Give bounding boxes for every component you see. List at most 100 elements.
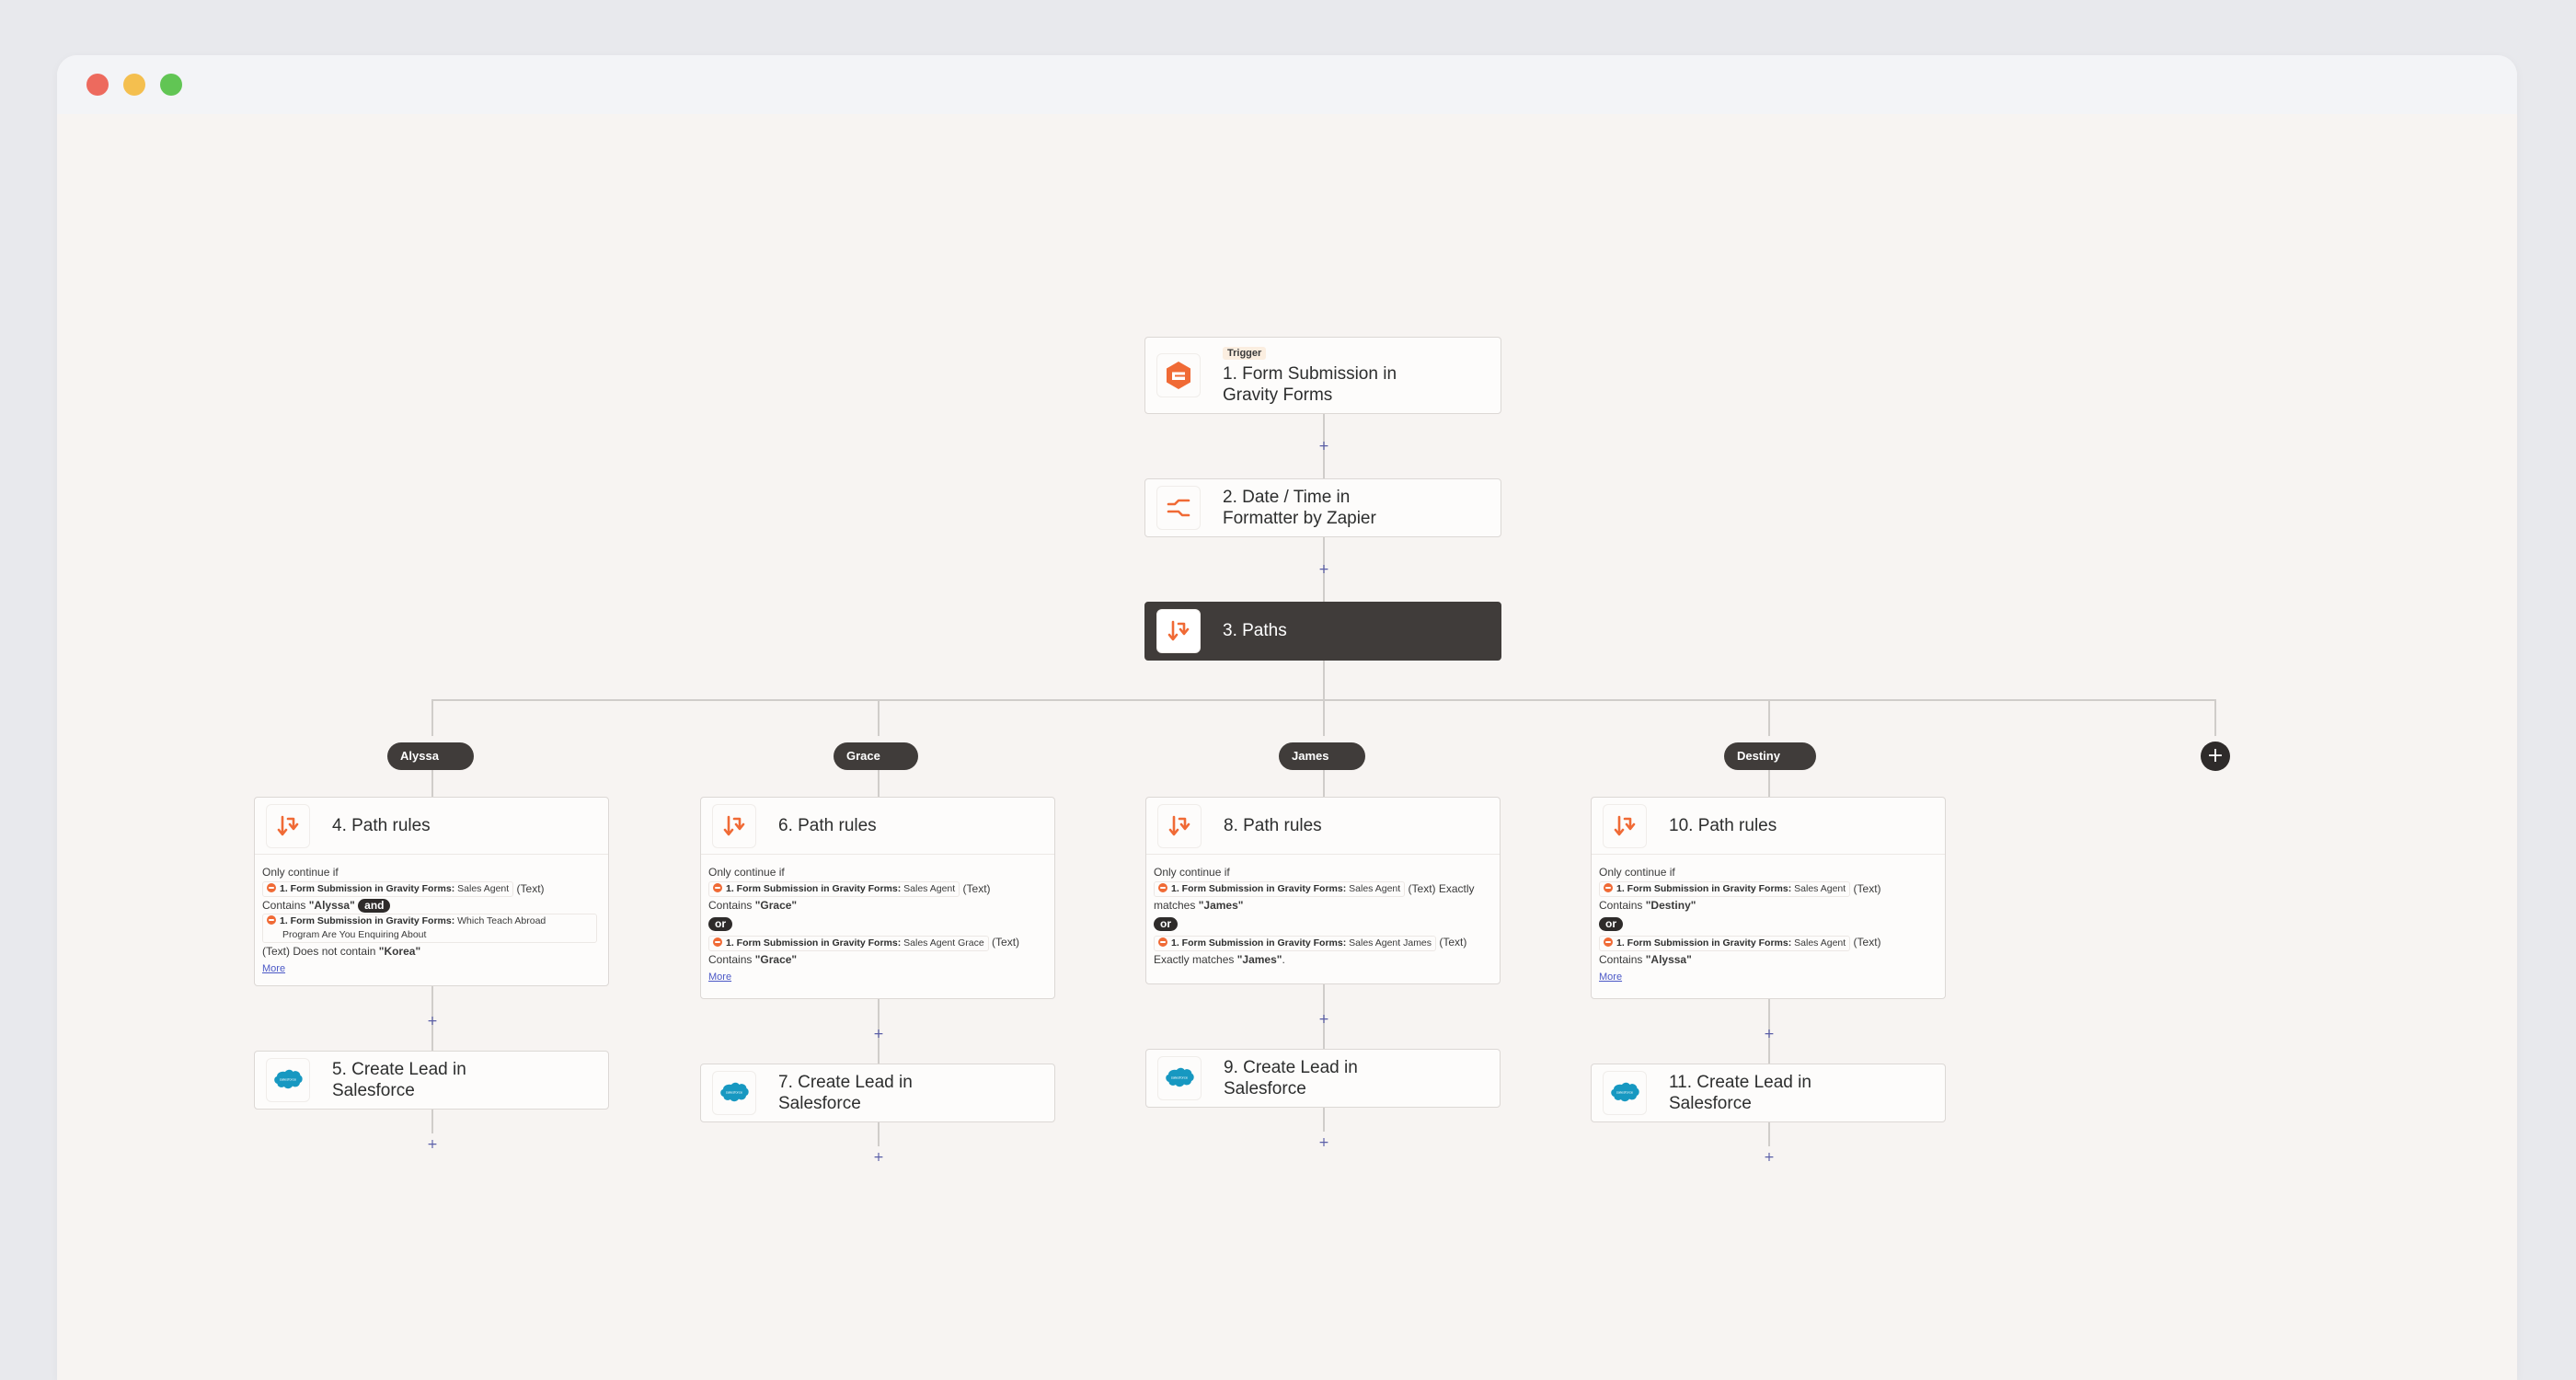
condition-value: "Grace" <box>754 899 798 913</box>
rules-intro: Only continue if <box>708 866 785 879</box>
paths-icon <box>1157 803 1202 848</box>
field-pill: 1. Form Submission in Gravity Forms: Sal… <box>1154 935 1437 951</box>
add-step-button[interactable]: + <box>1317 1136 1330 1149</box>
step-card-trigger[interactable]: Trigger 1. Form Submission in Gravity Fo… <box>1144 337 1501 414</box>
add-path-button[interactable]: + <box>2201 742 2230 771</box>
field-name: Which Teach Abroad <box>457 915 546 927</box>
connector <box>878 699 880 736</box>
svg-text:salesforce: salesforce <box>726 1089 743 1094</box>
branch-name-pill[interactable]: Alyssa <box>387 742 474 770</box>
rules-body: Only continue if 1. Form Submission in Gr… <box>1592 855 1945 995</box>
path-rules-card[interactable]: 6. Path rules Only continue if 1. Form Su… <box>700 797 1055 999</box>
field-pill: 1. Form Submission in Gravity Forms: Sal… <box>1599 881 1851 898</box>
rules-body: Only continue if 1. Form Submission in Gr… <box>255 855 608 986</box>
salesforce-step-card[interactable]: salesforce 5. Create Lead in Salesforce <box>254 1051 609 1110</box>
path-rules-card[interactable]: 8. Path rules Only continue if 1. Form Su… <box>1145 797 1501 984</box>
field-name: Sales Agent <box>1794 937 1846 949</box>
step-title-line2: Salesforce <box>778 1093 861 1113</box>
connector <box>1323 661 1325 701</box>
condition-value: "James" <box>1198 899 1244 913</box>
path-rules-card[interactable]: 10. Path rules Only continue if 1. Form S… <box>1591 797 1946 999</box>
add-step-button[interactable]: + <box>1317 563 1330 576</box>
gravity-forms-icon <box>713 883 722 893</box>
salesforce-step-card[interactable]: salesforce 9. Create Lead in Salesforce <box>1145 1049 1501 1108</box>
branch-name-pill[interactable]: Grace <box>834 742 918 770</box>
condition-1: 1. Form Submission in Gravity Forms: Sal… <box>1599 880 1938 914</box>
field-pill: 1. Form Submission in Gravity Forms: Sal… <box>708 881 960 898</box>
field-pill: 1. Form Submission in Gravity Forms: Sal… <box>262 881 514 898</box>
field-source: 1. Form Submission in Gravity Forms: <box>1171 883 1347 895</box>
step-title: 9. Create Lead in <box>1224 1057 1358 1077</box>
paths-icon <box>266 803 310 848</box>
condition-op: Does not contain <box>293 945 376 959</box>
field-name: Sales Agent <box>1349 883 1401 895</box>
branch-name-pill[interactable]: James <box>1279 742 1365 770</box>
step-title-line2: Gravity Forms <box>1223 385 1333 405</box>
condition-op: Exactly matches <box>1154 952 1235 966</box>
connector <box>431 1110 433 1133</box>
more-link[interactable]: More <box>1599 972 1622 983</box>
field-pill: 1. Form Submission in Gravity Forms: Whi… <box>262 914 597 944</box>
condition-2: 1. Form Submission in Gravity Forms: Whi… <box>262 914 601 960</box>
logic-or-badge: or <box>708 917 732 932</box>
add-step-button[interactable]: + <box>426 1015 439 1028</box>
connector <box>431 770 433 797</box>
rules-intro: Only continue if <box>1599 866 1675 879</box>
add-step-button[interactable]: + <box>1763 1028 1776 1041</box>
condition-1: 1. Form Submission in Gravity Forms: Sal… <box>1154 880 1492 914</box>
add-step-button[interactable]: + <box>1317 1013 1330 1026</box>
step-title-line2: Salesforce <box>332 1080 415 1100</box>
condition-1: 1. Form Submission in Gravity Forms: Sal… <box>262 880 601 914</box>
salesforce-icon: salesforce <box>266 1057 310 1102</box>
field-name: Sales Agent <box>457 883 510 895</box>
salesforce-step-card[interactable]: salesforce 7. Create Lead in Salesforce <box>700 1064 1055 1122</box>
step-title: 6. Path rules <box>778 816 877 835</box>
connector <box>1323 1108 1325 1132</box>
app-window: Trigger 1. Form Submission in Gravity Fo… <box>57 55 2517 1380</box>
condition-op: Contains <box>262 899 306 913</box>
step-title: 8. Path rules <box>1224 816 1322 835</box>
connector <box>1768 699 1770 736</box>
condition-type: (Text) <box>1439 936 1467 949</box>
add-step-button[interactable]: + <box>1317 440 1330 453</box>
rules-body: Only continue if 1. Form Submission in Gr… <box>1146 855 1500 977</box>
branch-name-pill[interactable]: Destiny <box>1724 742 1816 770</box>
logic-or-badge: or <box>1599 917 1623 932</box>
field-name: Sales Agent <box>1794 883 1846 895</box>
field-source: 1. Form Submission in Gravity Forms: <box>280 883 455 895</box>
paths-icon <box>712 803 756 848</box>
add-step-button[interactable]: + <box>872 1151 885 1164</box>
field-name: Sales Agent James <box>1349 937 1432 949</box>
gravity-forms-icon <box>267 915 276 926</box>
more-link[interactable]: More <box>262 963 285 974</box>
salesforce-step-card[interactable]: salesforce 11. Create Lead in Salesforce <box>1591 1064 1946 1122</box>
step-title: 4. Path rules <box>332 816 431 835</box>
step-title-line2: Formatter by Zapier <box>1223 508 1376 528</box>
condition-op: Contains <box>1599 952 1643 966</box>
formatter-icon <box>1156 485 1201 530</box>
condition-op: Contains <box>708 899 753 913</box>
workflow-canvas[interactable]: Trigger 1. Form Submission in Gravity Fo… <box>57 55 2517 1380</box>
connector <box>1323 699 1325 736</box>
field-pill: 1. Form Submission in Gravity Forms: Sal… <box>708 935 989 951</box>
svg-text:salesforce: salesforce <box>1616 1089 1634 1094</box>
rules-intro: Only continue if <box>262 866 339 879</box>
add-step-button[interactable]: + <box>1763 1151 1776 1164</box>
step-title: 10. Path rules <box>1669 816 1777 835</box>
condition-op: Contains <box>708 952 753 966</box>
field-name: Sales Agent Grace <box>903 937 984 949</box>
add-step-button[interactable]: + <box>872 1028 885 1041</box>
step-card-formatter[interactable]: 2. Date / Time in Formatter by Zapier <box>1144 478 1501 537</box>
more-link[interactable]: More <box>708 972 731 983</box>
path-rules-card[interactable]: 4. Path rules Only continue if 1. Form Su… <box>254 797 609 986</box>
step-title: 2. Date / Time in <box>1223 487 1351 507</box>
gravity-forms-icon <box>1604 883 1613 893</box>
condition-type: (Text) <box>992 936 1020 949</box>
add-step-button[interactable]: + <box>426 1138 439 1151</box>
gravity-forms-icon <box>1158 937 1167 947</box>
condition-type: (Text) <box>1853 882 1881 895</box>
step-card-paths[interactable]: 3. Paths <box>1144 602 1501 661</box>
salesforce-icon: salesforce <box>712 1070 756 1115</box>
field-pill: 1. Form Submission in Gravity Forms: Sal… <box>1154 881 1406 898</box>
step-title: 3. Paths <box>1223 621 1287 640</box>
